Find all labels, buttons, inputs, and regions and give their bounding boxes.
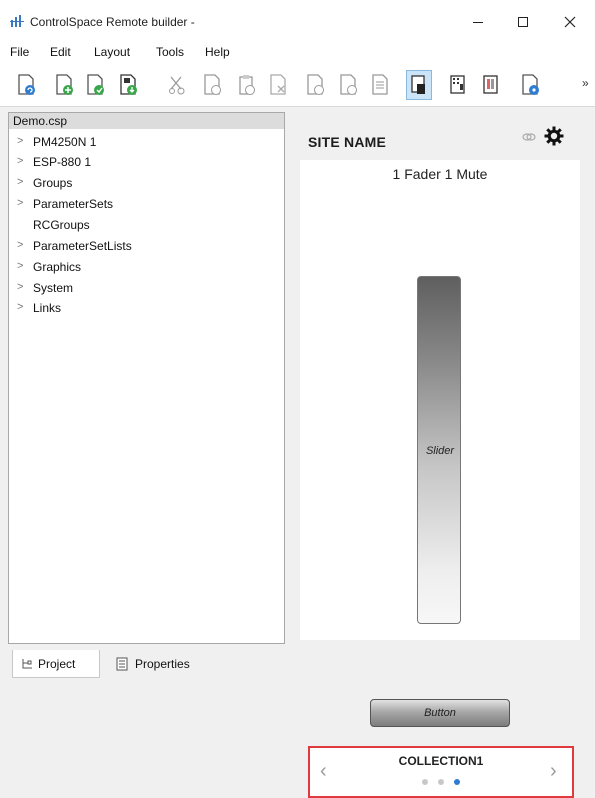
select-tool-icon	[411, 75, 425, 94]
tree-item-parametersetlists[interactable]: > ParameterSetLists	[9, 237, 279, 257]
paste-icon	[239, 75, 255, 95]
toolbar-undo-button[interactable]	[303, 70, 329, 100]
tab-project-label: Project	[38, 656, 76, 671]
panel-tab-bar: Project Properties	[8, 646, 285, 682]
list-icon	[372, 74, 388, 95]
window-title: ControlSpace Remote builder -	[30, 15, 195, 29]
link-icon[interactable]	[522, 132, 536, 142]
undo-icon	[307, 74, 324, 95]
tree-item-links[interactable]: > Links	[9, 299, 279, 319]
page-dot[interactable]	[438, 779, 444, 785]
toolbar-grid-tool-button[interactable]	[445, 70, 471, 100]
toolbar-open-document-button[interactable]	[83, 70, 109, 100]
title-bar: ControlSpace Remote builder -	[0, 0, 595, 40]
toolbar-save-document-button[interactable]	[116, 70, 142, 100]
minimize-button[interactable]	[458, 8, 498, 36]
chevron-right-icon[interactable]: >	[17, 239, 23, 251]
cut-icon	[169, 76, 185, 95]
fader-slider[interactable]: Slider	[417, 276, 461, 624]
chevron-right-icon[interactable]: ›	[550, 760, 557, 783]
toolbar-paste-button[interactable]	[234, 70, 260, 100]
menu-tools[interactable]: Tools	[156, 45, 184, 59]
toolbar-preview-button[interactable]	[478, 70, 504, 100]
toolbar-overflow-button[interactable]: »	[582, 76, 589, 90]
project-icon	[22, 658, 32, 668]
redo-icon	[340, 74, 357, 95]
save-document-icon	[120, 74, 137, 95]
toolbar-delete-button[interactable]	[266, 70, 292, 100]
chevron-right-icon[interactable]: >	[17, 281, 23, 293]
tree-item-label: PM4250N 1	[33, 135, 97, 149]
tree-item-rcgroups[interactable]: RCGroups	[9, 216, 279, 236]
tree-root-label: Demo.csp	[13, 114, 68, 128]
control-canvas: 1 Fader 1 Mute Slider	[300, 160, 580, 640]
open-document-icon	[87, 74, 104, 95]
toolbar-document-refresh-button[interactable]	[14, 70, 40, 100]
toolbar-settings-document-button[interactable]	[518, 70, 544, 100]
menu-layout[interactable]: Layout	[94, 45, 130, 59]
tree-item-label: Links	[33, 301, 62, 315]
new-document-icon	[56, 74, 73, 95]
toolbar: »	[0, 62, 595, 107]
project-tree: Demo.csp > PM4250N 1 > ESP-880 1 > Group…	[8, 112, 285, 644]
group-title: 1 Fader 1 Mute	[392, 166, 488, 182]
tree-item-pm4250n[interactable]: > PM4250N 1	[9, 133, 279, 153]
mute-button[interactable]: Button	[370, 699, 510, 727]
maximize-icon	[518, 17, 528, 27]
preview-icon	[483, 75, 498, 94]
app-logo-icon	[10, 15, 24, 27]
properties-icon	[116, 657, 128, 671]
tree-item-label: System	[33, 281, 74, 295]
menu-edit[interactable]: Edit	[50, 45, 71, 59]
close-icon	[564, 16, 576, 28]
preview-panel: SITE NAME 1 Fader 1 Mute Slider Button C…	[300, 112, 580, 798]
toolbar-cut-button[interactable]	[165, 70, 191, 100]
tree-item-graphics[interactable]: > Graphics	[9, 258, 279, 278]
close-button[interactable]	[550, 8, 590, 36]
chevron-right-icon[interactable]: >	[17, 155, 23, 167]
tree-item-label: Graphics	[33, 260, 82, 274]
menu-file[interactable]: File	[10, 45, 29, 59]
tree-item-parametersets[interactable]: > ParameterSets	[9, 195, 279, 215]
toolbar-copy-button[interactable]	[200, 70, 226, 100]
collection-label: COLLECTION1	[398, 754, 484, 768]
tree-item-esp-880[interactable]: > ESP-880 1	[9, 153, 279, 173]
tree-item-system[interactable]: > System	[9, 279, 279, 299]
copy-icon	[204, 74, 221, 95]
chevron-right-icon[interactable]: >	[17, 176, 23, 188]
chevron-right-icon[interactable]: >	[17, 197, 23, 209]
chevron-right-icon[interactable]: >	[17, 135, 23, 147]
chevron-right-icon[interactable]: >	[17, 301, 23, 313]
page-dot-active[interactable]	[454, 779, 460, 785]
collection-navigator: COLLECTION1 ‹ ›	[308, 746, 574, 798]
gear-icon[interactable]	[544, 126, 564, 146]
tree-item-label: ParameterSetLists	[33, 239, 132, 253]
menu-help[interactable]: Help	[205, 45, 230, 59]
tree-item-label: ParameterSets	[33, 197, 114, 211]
tab-project[interactable]: Project	[12, 650, 100, 678]
settings-document-icon	[522, 74, 539, 95]
maximize-button[interactable]	[503, 8, 543, 36]
minimize-icon	[473, 22, 483, 23]
grid-tool-icon	[450, 75, 465, 94]
tree-root-row[interactable]: Demo.csp	[9, 113, 284, 129]
tree-item-label: RCGroups	[33, 218, 90, 232]
toolbar-list-button[interactable]	[368, 70, 394, 100]
toolbar-new-document-button[interactable]	[52, 70, 78, 100]
page-dot[interactable]	[422, 779, 428, 785]
menu-bar: File Edit Layout Tools Help	[0, 40, 595, 62]
slider-label: Slider	[425, 445, 455, 457]
delete-icon	[270, 74, 286, 95]
toolbar-redo-button[interactable]	[336, 70, 362, 100]
toolbar-select-tool-button[interactable]	[406, 70, 432, 100]
chevron-left-icon[interactable]: ‹	[320, 760, 327, 783]
tab-properties[interactable]: Properties	[108, 650, 236, 678]
site-name: SITE NAME	[308, 134, 387, 150]
tree-item-groups[interactable]: > Groups	[9, 174, 279, 194]
tree-item-label: ESP-880 1	[33, 155, 92, 169]
tab-properties-label: Properties	[135, 657, 190, 671]
document-refresh-icon	[18, 74, 35, 95]
tree-item-label: Groups	[33, 176, 73, 190]
chevron-right-icon[interactable]: >	[17, 260, 23, 272]
